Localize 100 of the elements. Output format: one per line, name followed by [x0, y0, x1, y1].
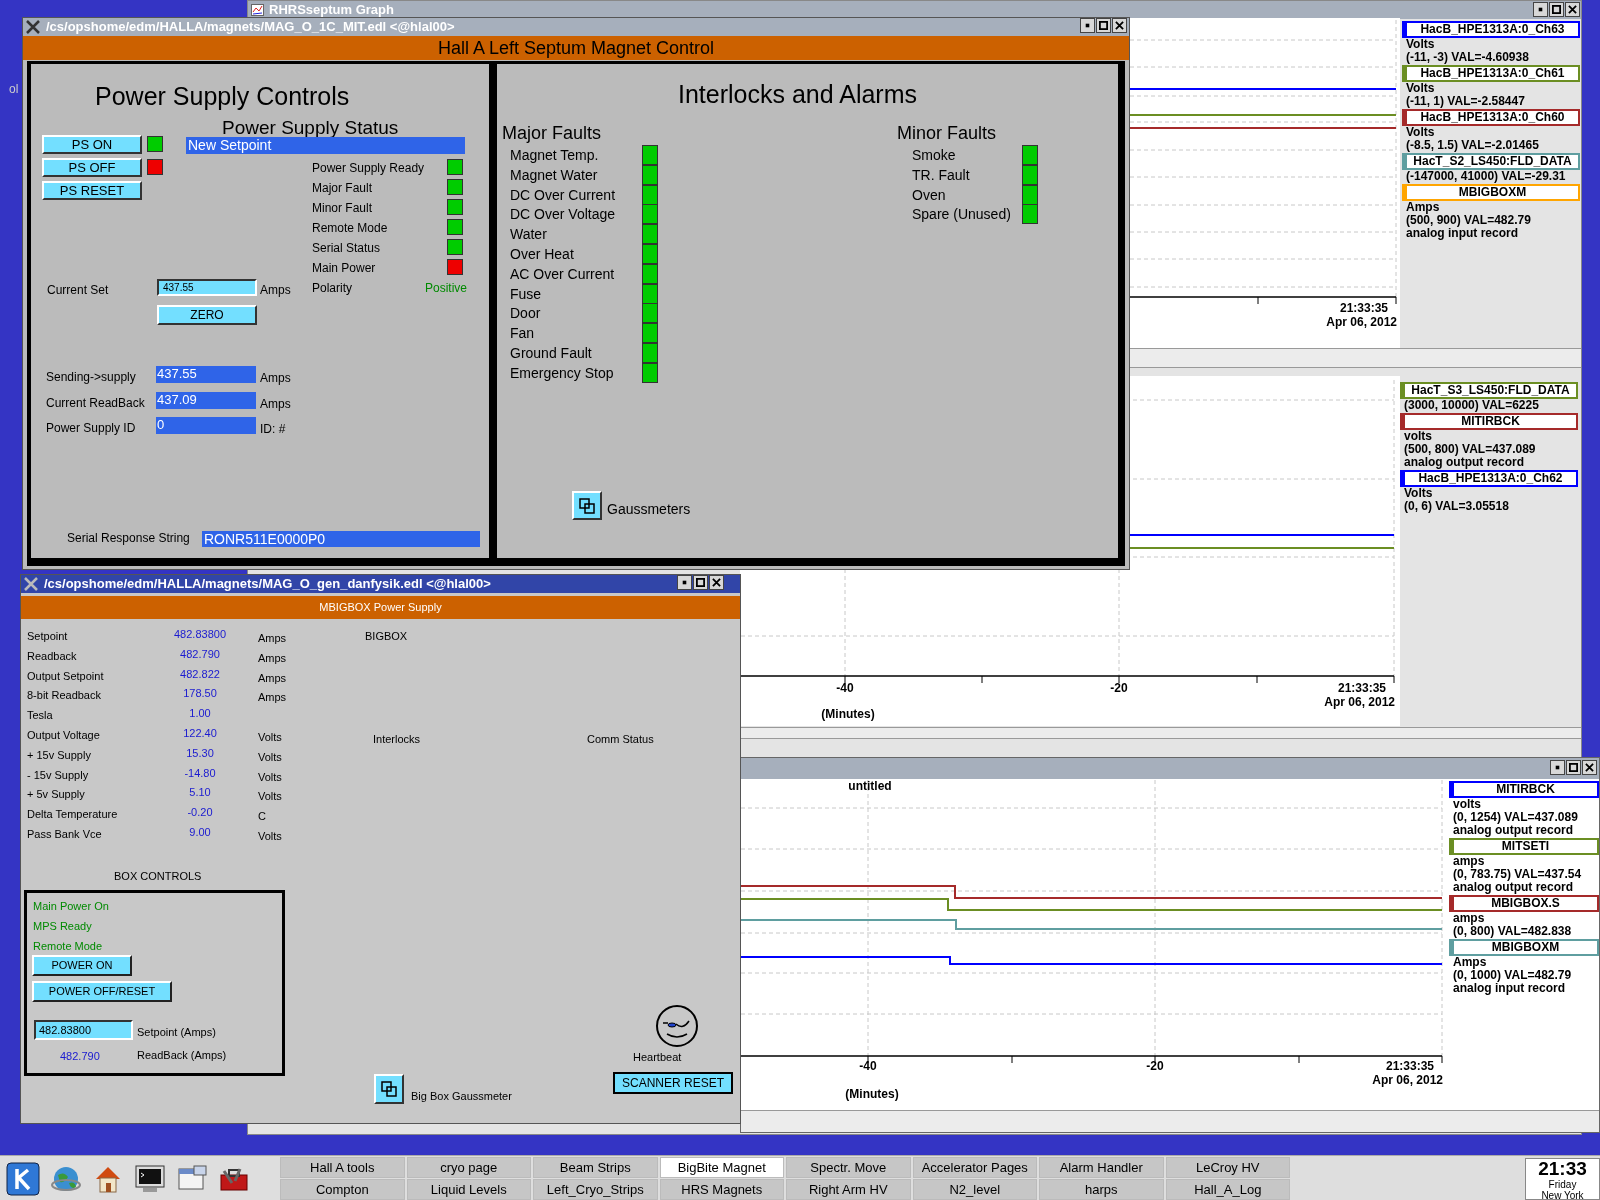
section-heading: Power Supply Status — [222, 116, 399, 139]
fault-label: Fan — [510, 325, 535, 342]
maximize-button[interactable] — [693, 575, 708, 590]
status-label: Minor Fault — [312, 200, 373, 217]
panel-heading: Interlocks and Alarms — [678, 79, 917, 110]
reading-label: Pass Bank Vce — [27, 827, 102, 842]
taskbar-button[interactable]: Hall A tools — [280, 1157, 405, 1178]
power-button[interactable]: POWER ON — [32, 955, 132, 976]
legend-entry[interactable]: HacB_HPE1313A:0_Ch62 — [1400, 470, 1578, 487]
maximize-icon — [1099, 21, 1108, 30]
legend-entry[interactable]: MITIRBCK — [1400, 413, 1578, 430]
section-heading: Minor Faults — [897, 122, 997, 145]
setpoint-field[interactable]: 482.83800 — [34, 1020, 133, 1040]
ps-button[interactable]: PS ON — [42, 135, 142, 154]
legend-text: analog output record — [1452, 824, 1574, 837]
window-title: RHRSseptum Graph — [269, 1, 394, 20]
legend-entry[interactable]: MBIGBOX.S — [1449, 895, 1599, 912]
taskbar-button[interactable]: Left_Cryo_Strips — [533, 1179, 658, 1200]
related-display-button[interactable] — [572, 491, 602, 520]
legend-text: (-11, -3) VAL=-4.60938 — [1405, 51, 1530, 64]
taskbar-button[interactable]: harps — [1039, 1179, 1164, 1200]
fault-label: Door — [510, 305, 541, 322]
close-icon — [1585, 763, 1594, 772]
minimize-button[interactable] — [1550, 760, 1565, 775]
terminal-icon[interactable] — [134, 1163, 166, 1195]
taskbar-button[interactable]: Right Arm HV — [786, 1179, 911, 1200]
fault-label: DC Over Current — [510, 186, 616, 203]
button-label: Gaussmeters — [607, 500, 691, 519]
fault-label: DC Over Voltage — [510, 206, 616, 223]
power-button[interactable]: POWER OFF/RESET — [32, 981, 172, 1002]
maximize-button[interactable] — [1549, 2, 1564, 17]
launcher-icon[interactable] — [6, 1162, 40, 1196]
maximize-icon — [1552, 5, 1561, 14]
close-button[interactable] — [1112, 18, 1127, 33]
clock-zone: New York — [1541, 1190, 1584, 1200]
legend-entry[interactable]: HacB_HPE1313A:0_Ch63 — [1402, 21, 1580, 38]
maximize-icon — [1569, 763, 1578, 772]
legend-entry[interactable]: HacB_HPE1313A:0_Ch61 — [1402, 65, 1580, 82]
taskbar-button[interactable]: BigBite Magnet — [659, 1157, 784, 1178]
legend-entry[interactable]: HacT_S3_LS450:FLD_DATA — [1400, 382, 1578, 399]
taskbar-button[interactable]: Hall_A_Log — [1165, 1179, 1290, 1200]
reading-label: Readback — [27, 648, 77, 664]
taskbar-button[interactable]: Beam Strips — [533, 1157, 658, 1178]
close-button[interactable] — [709, 575, 724, 590]
minimize-button[interactable] — [1080, 18, 1095, 33]
fault-label: Smoke — [912, 147, 956, 163]
unit-label: Amps — [260, 395, 291, 413]
taskbar-button[interactable]: Spectr. Move — [786, 1157, 911, 1178]
tick-label: -40 — [836, 681, 854, 695]
current-set-field[interactable]: 437.55 — [157, 279, 257, 296]
close-button[interactable] — [1582, 760, 1597, 775]
button-label: Big Box Gaussmeter — [411, 1089, 512, 1104]
taskbar-button[interactable]: N2_level — [912, 1179, 1037, 1200]
legend-entry[interactable]: HacB_HPE1313A:0_Ch60 — [1402, 109, 1580, 126]
taskbar-button[interactable]: Alarm Handler — [1039, 1157, 1164, 1178]
reading-label: Output Setpoint — [27, 668, 104, 684]
unit-label: Amps — [258, 670, 287, 686]
legend-text: Amps — [1452, 956, 1488, 969]
desktop-icon-label[interactable]: ol — [9, 80, 19, 98]
legend-text: analog input record — [1452, 982, 1566, 995]
smiley-icon — [655, 1004, 699, 1048]
taskbar-button[interactable]: HRS Magnets — [659, 1179, 784, 1200]
legend-entry[interactable]: MBIGBOXM — [1402, 184, 1580, 201]
field-label: Sending->supply — [46, 369, 136, 386]
unit-label: Volts — [258, 829, 282, 844]
unit-label: Volts — [258, 769, 282, 785]
readout-field: 437.55 — [156, 366, 256, 383]
close-button[interactable] — [1565, 2, 1580, 17]
status-label: Main Power — [312, 260, 376, 277]
legend-text: (0, 1254) VAL=437.089 — [1452, 811, 1579, 824]
taskbar-button[interactable]: cryo page — [406, 1157, 531, 1178]
reading-label: Tesla — [27, 708, 53, 724]
taskbar-button[interactable]: Accelerator Pages — [912, 1157, 1037, 1178]
maximize-button[interactable] — [1096, 18, 1111, 33]
fault-label: Water — [510, 226, 547, 243]
legend-entry[interactable]: MITSETI — [1449, 838, 1599, 855]
scanner-reset-button[interactable]: SCANNER RESET — [613, 1072, 733, 1094]
unit-label: Volts — [258, 749, 282, 765]
close-icon — [712, 578, 721, 587]
ps-button[interactable]: PS RESET — [42, 181, 142, 200]
legend-entry[interactable]: MITIRBCK — [1449, 781, 1599, 798]
reading-value: 482.790 — [179, 646, 221, 662]
taskbar-button[interactable]: Liquid Levels — [406, 1179, 531, 1200]
ps-button[interactable]: PS OFF — [42, 158, 142, 177]
unit-label: Amps — [258, 690, 287, 706]
minimize-button[interactable] — [1533, 2, 1548, 17]
section-label: BOX CONTROLS — [114, 869, 202, 884]
taskbar-button[interactable]: LeCroy HV — [1165, 1157, 1290, 1178]
status-text: Main Power On — [33, 899, 109, 914]
taskbar-button[interactable]: Compton — [280, 1179, 405, 1200]
zero-button[interactable]: ZERO — [157, 305, 257, 325]
related-display-button[interactable] — [374, 1074, 404, 1104]
legend-text: (3000, 10000) VAL=6225 — [1403, 399, 1540, 412]
status-label: Major Fault — [312, 180, 373, 197]
legend-text: amps — [1452, 855, 1486, 868]
maximize-button[interactable] — [1566, 760, 1581, 775]
legend-entry[interactable]: HacT_S2_LS450:FLD_DATA — [1402, 153, 1580, 170]
field-label: Current Set — [47, 282, 109, 299]
minimize-button[interactable] — [677, 575, 692, 590]
legend-entry[interactable]: MBIGBOXM — [1449, 939, 1599, 956]
